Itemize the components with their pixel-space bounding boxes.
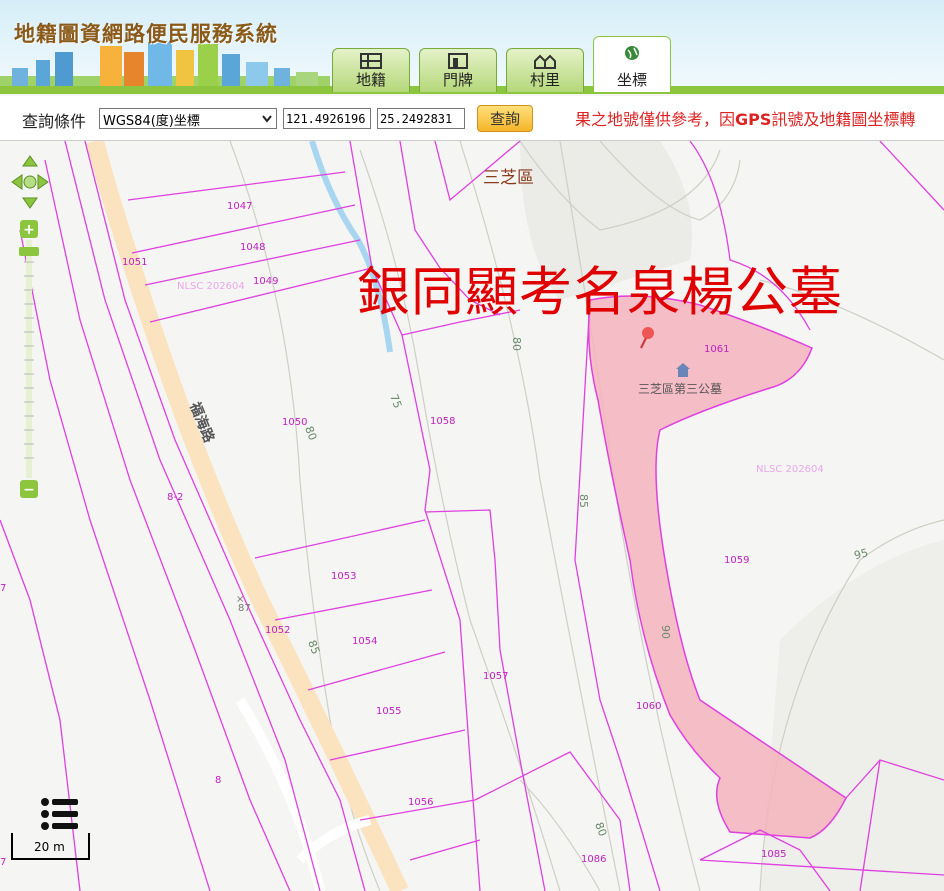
parcel-number: 1047 xyxy=(227,201,252,212)
map-view[interactable]: 三芝區 福海路 三芝區第三公墓 NLSC 202604 NLSC 202604 … xyxy=(0,141,944,891)
parcel-number: 1049 xyxy=(253,276,278,287)
pan-control[interactable] xyxy=(10,154,50,210)
nlsc-label: NLSC 202604 xyxy=(177,281,245,292)
tab-label: 坐標 xyxy=(616,71,647,89)
query-button[interactable]: 查詢 xyxy=(477,105,533,132)
notice-text-prefix: 果之地號僅供參考，因 xyxy=(575,110,736,129)
parcel-number: 1052 xyxy=(265,625,290,636)
parcel-number: 1060 xyxy=(636,701,661,712)
scale-label: 20 m xyxy=(34,840,65,854)
latitude-input[interactable] xyxy=(377,108,465,129)
coordinate-system-select[interactable]: WGS84(度)坐標 xyxy=(99,108,277,129)
svg-text:+: + xyxy=(23,222,35,238)
parcel-number: 1054 xyxy=(352,636,377,647)
parcel-number: 1059 xyxy=(724,555,749,566)
globe-icon xyxy=(625,46,639,60)
city-skyline-logo xyxy=(0,42,330,92)
parcel-number: 7 xyxy=(0,583,6,594)
parcel-number: 1053 xyxy=(331,571,356,582)
parcel-number: 8 xyxy=(215,775,221,786)
chevron-down-icon xyxy=(262,115,272,123)
tab-label: 村里 xyxy=(529,71,560,89)
notice-gps-text: GPS xyxy=(735,110,772,129)
photo-watermark-text: 銀同顯考名泉楊公墓 xyxy=(357,262,843,323)
nlsc-label: NLSC 202604 xyxy=(756,464,824,475)
site-title: 地籍圖資網路便民服務系統 xyxy=(14,22,278,46)
parcel-number: 1048 xyxy=(240,242,265,253)
svg-text:−: − xyxy=(23,482,35,498)
parcel-number: 1050 xyxy=(282,417,307,428)
longitude-input[interactable] xyxy=(283,108,371,129)
parcel-number: 1055 xyxy=(376,706,401,717)
spot-height-label: 87 xyxy=(238,603,251,614)
parcel-number: 1056 xyxy=(408,797,433,808)
tab-coordinates[interactable]: 坐標 xyxy=(593,36,671,92)
map-grid-icon xyxy=(360,53,382,69)
cemetery-label: 三芝區第三公墓 xyxy=(638,381,722,396)
parcel-number: 1057 xyxy=(483,671,508,682)
query-condition-label: 查詢條件 xyxy=(22,112,87,131)
parcel-number: 1058 xyxy=(430,416,455,427)
contour-label: 80 xyxy=(510,337,523,351)
parcel-number: 8-2 xyxy=(167,492,183,503)
notice-text-suffix: 訊號及地籍圖坐標轉 xyxy=(771,110,916,129)
district-label: 三芝區 xyxy=(483,168,534,188)
tab-label: 地籍 xyxy=(355,71,386,89)
parcel-number: 1051 xyxy=(122,257,147,268)
contour-label: 85 xyxy=(577,494,590,508)
parcel-number: 1085 xyxy=(761,849,786,860)
door-plate-icon xyxy=(448,53,468,69)
tab-label: 門牌 xyxy=(442,71,473,89)
parcel-number: 7 xyxy=(0,857,6,868)
parcel-number: 1061 xyxy=(704,344,729,355)
contour-label: 90 xyxy=(659,625,672,639)
village-houses-icon xyxy=(534,54,556,69)
tab-village[interactable]: 村里 xyxy=(506,48,584,92)
disclaimer-notice: 果之地號僅供參考，因GPS訊號及地籍圖坐標轉 xyxy=(575,106,944,130)
zoom-handle xyxy=(19,247,39,256)
app-header: 地籍圖資網路便民服務系統 地籍 門牌 村里 坐標 xyxy=(0,0,944,94)
tab-cadastral[interactable]: 地籍 xyxy=(332,48,410,92)
coordinate-system-value: WGS84(度)坐標 xyxy=(103,114,200,129)
tab-door-plate[interactable]: 門牌 xyxy=(419,48,497,92)
zoom-slider[interactable]: + − xyxy=(18,218,42,500)
parcel-number: 1086 xyxy=(581,854,606,865)
